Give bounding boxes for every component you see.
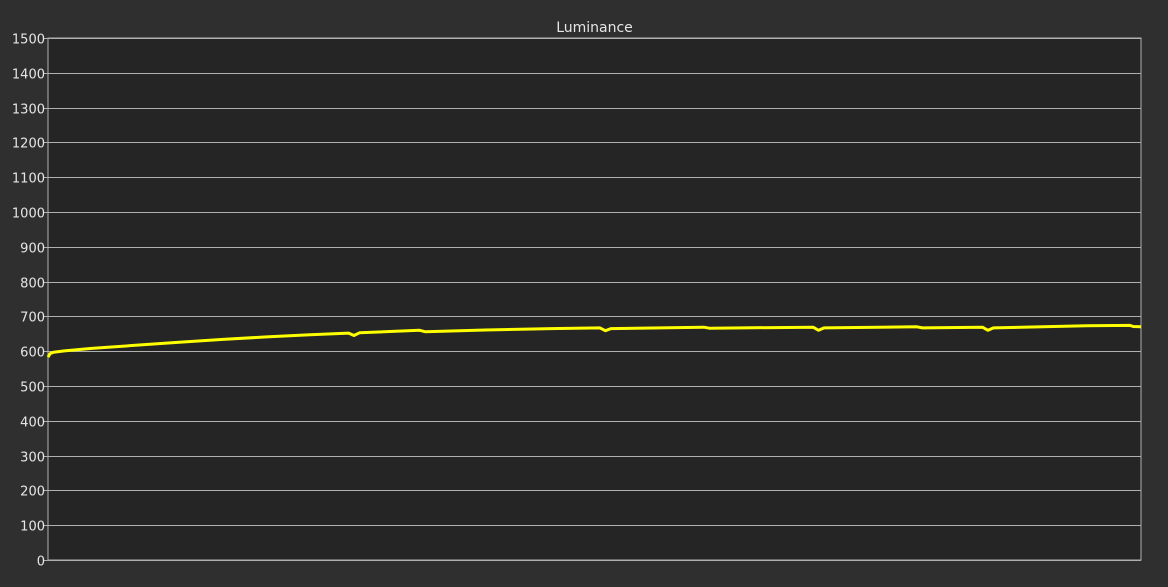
y-axis: 0 100 200 300 400 500 600 700 800 900 1000 1100 1200… <box>12 33 48 570</box>
y-tick-label: 1400 <box>12 68 45 83</box>
y-tick-label: 100 <box>20 520 45 535</box>
y-tick-label: 500 <box>20 381 45 396</box>
y-tick-label: 600 <box>20 346 45 361</box>
y-tick-label: 700 <box>20 311 45 326</box>
y-tick-label: 1000 <box>12 207 45 222</box>
y-tick-label: 800 <box>20 277 45 292</box>
y-tick-label: 0 <box>37 555 45 570</box>
plot-area <box>47 37 1142 561</box>
chart-canvas: 0 100 200 300 400 500 600 700 800 900 1000 1100 1200… <box>12 20 1142 570</box>
y-tick-label: 200 <box>20 485 45 500</box>
y-tick-label: 1500 <box>12 33 45 48</box>
y-tick-label: 1100 <box>12 172 45 187</box>
chart-title: Luminance <box>556 20 633 36</box>
y-tick-label: 300 <box>20 451 45 466</box>
y-tick-label: 1200 <box>12 137 45 152</box>
y-tick-label: 900 <box>20 242 45 257</box>
luminance-chart: 0 100 200 300 400 500 600 700 800 900 1000 1100 1200… <box>0 0 1168 587</box>
y-tick-label: 1300 <box>12 103 45 118</box>
y-tick-label: 400 <box>20 416 45 431</box>
